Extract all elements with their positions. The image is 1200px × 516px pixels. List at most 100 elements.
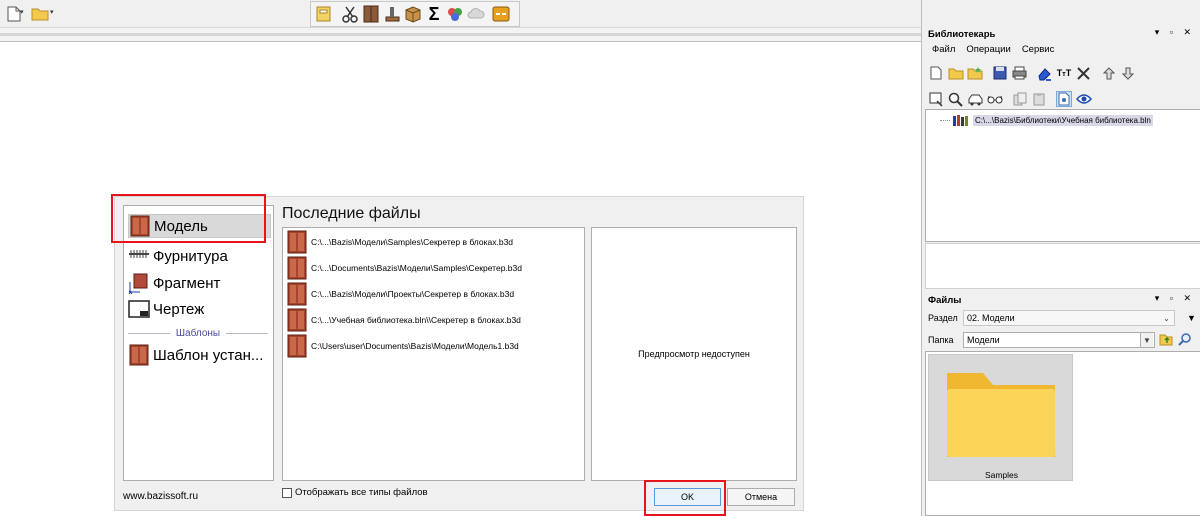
folder-row: Папка Модели ▼ [925,331,1200,349]
folder-label: Папка [928,335,954,345]
cloud-icon[interactable] [466,4,486,24]
import-icon[interactable] [928,91,944,107]
drawing-icon [128,298,150,320]
menu-service[interactable]: Сервис [1022,44,1055,58]
move-down-icon[interactable] [1120,65,1136,81]
recent-file-item[interactable]: C:\...\Bazis\Модели\Проекты\Секретер в б… [287,282,514,306]
folder-item-label: Samples [984,470,1019,480]
recent-file-item[interactable]: C:\Users\user\Documents\Bazis\Модели\Мод… [287,334,519,358]
cabinet-icon [287,282,307,306]
folder-icon[interactable] [944,510,1054,516]
paste-icon[interactable] [1031,91,1047,107]
recent-files-title: Последние файлы [282,205,421,222]
category-hardware[interactable]: Фурнитура [128,244,228,268]
librarian-details-pane [925,243,1200,289]
highlight-frame-model [111,194,266,243]
tree-node-label: C:\...\Bazis\Библиотеки\Учебная библиоте… [973,114,1153,126]
cabinet-icon [287,256,307,280]
folder-value: Модели [967,335,1000,345]
recent-files-list: C:\...\Bazis\Модели\Samples\Секретер в б… [282,227,585,481]
folder-select[interactable]: Модели ▼ [963,332,1155,348]
new-dropdown-icon[interactable]: ▾ [20,9,26,16]
rename-icon[interactable]: TтT [1056,65,1072,81]
cabinet-icon [287,230,307,254]
open-folder-icon[interactable] [948,65,964,81]
sum-icon[interactable]: Σ [424,4,444,24]
open-folder-icon[interactable] [30,4,50,24]
recent-file-item[interactable]: C:\...\Documents\Bazis\Модели\Samples\Се… [287,256,522,280]
package-icon[interactable] [403,4,423,24]
plugin-icon[interactable] [491,4,511,24]
eraser-icon[interactable] [1037,65,1053,81]
section-label: Раздел [928,313,958,323]
glasses-icon[interactable] [987,91,1003,107]
cabinet-icon[interactable] [361,4,381,24]
edge-band-icon[interactable] [382,4,402,24]
move-up-icon[interactable] [1101,65,1117,81]
print-icon[interactable] [1012,65,1028,81]
files-header: Файлы ▾ ▫ ✕ [925,292,1200,308]
recent-file-item[interactable]: C:\...\Bazis\Модели\Samples\Секретер в б… [287,230,513,254]
section-row: Раздел 02. Модели ⌄ ▼ [925,309,1200,327]
favorite-folder-icon[interactable] [967,65,983,81]
checkbox-label: Отображать все типы файлов [295,487,428,498]
folder-item-samples[interactable]: Samples [928,354,1073,481]
preview-pane: Предпросмотр недоступен [591,227,797,481]
category-drawing[interactable]: Чертеж [128,297,204,321]
panel-window-buttons[interactable]: ▾ ▫ ✕ [1155,293,1195,304]
panel-window-buttons[interactable]: ▾ ▫ ✕ [1155,27,1195,38]
show-all-types-checkbox[interactable]: Отображать все типы файлов [282,487,428,498]
category-list: Модель Фурнитура Фрагмент Чертеж Шаблоны… [123,205,274,481]
templates-separator: Шаблоны [128,326,269,340]
search-icon[interactable] [948,91,964,107]
preview-text: Предпросмотр недоступен [638,349,750,359]
delete-icon[interactable] [1076,65,1092,81]
librarian-toolbar-2 [928,89,1095,109]
main-toolbar: ▾ ▾ Σ [0,0,921,28]
menu-file[interactable]: Файл [932,44,955,58]
menu-operations[interactable]: Операции [966,44,1010,58]
cancel-button[interactable]: Отмена [727,488,795,506]
ruler-strip [0,28,921,42]
category-label: Чертеж [153,300,205,318]
cabinet-icon [287,308,307,332]
save-icon[interactable] [992,65,1008,81]
open-dropdown-icon[interactable]: ▾ [50,9,56,16]
librarian-header: Библиотекарь ▾ ▫ ✕ [925,26,1200,42]
section-value: 02. Модели [967,313,1015,323]
chevron-down-icon[interactable]: ⌄ [1160,311,1173,325]
books-icon [953,115,968,126]
librarian-menu: Файл Операции Сервис [925,44,1054,58]
category-label: Фрагмент [153,274,221,292]
files-title: Файлы [928,294,962,306]
website-link[interactable]: www.bazissoft.ru [123,491,198,502]
folder-icon [947,373,1055,457]
new-document-dialog: Модель Фурнитура Фрагмент Чертеж Шаблоны… [111,194,804,516]
template-label: Шаблон устан... [153,346,264,364]
templates-header: Шаблоны [175,327,221,339]
new-file-icon[interactable] [928,65,944,81]
highlight-frame-ok [644,480,726,516]
car-icon[interactable] [967,91,983,107]
materials-icon[interactable] [445,4,465,24]
search-icon[interactable] [1178,332,1192,348]
scissors-icon[interactable] [340,4,360,24]
category-label: Фурнитура [153,247,228,265]
tree-node-library[interactable]: C:\...\Bazis\Библиотеки\Учебная библиоте… [940,114,1153,126]
copy-icon[interactable] [1012,91,1028,107]
preview-page-icon[interactable] [1056,91,1072,107]
chevron-down-icon[interactable]: ▼ [1140,333,1153,347]
checkbox-box[interactable] [282,487,292,498]
section-select[interactable]: 02. Модели ⌄ [963,310,1175,326]
fragment-icon [128,272,150,295]
library-icon[interactable] [314,4,334,24]
folder-up-icon[interactable] [1159,332,1173,348]
librarian-title: Библиотекарь [928,28,996,40]
librarian-toolbar-1: TтT [928,63,1140,83]
template-item[interactable]: Шаблон устан... [128,343,263,367]
section-menu-icon[interactable]: ▼ [1187,313,1196,323]
library-tree: C:\...\Bazis\Библиотеки\Учебная библиоте… [925,109,1200,242]
recent-file-item[interactable]: C:\...\Учебная библиотека.bln\\Секретер … [287,308,521,332]
category-fragment[interactable]: Фрагмент [128,271,220,295]
view-eye-icon[interactable] [1075,91,1092,107]
